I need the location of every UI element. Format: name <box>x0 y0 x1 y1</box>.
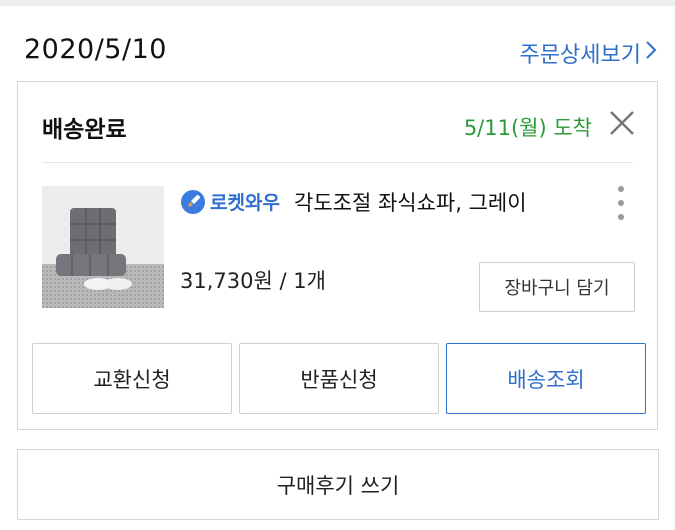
shipment-status: 배송완료 <box>42 117 127 143</box>
divider <box>42 162 633 163</box>
badge-label: 로켓와우 <box>210 192 280 214</box>
product-thumbnail[interactable] <box>42 186 164 308</box>
order-detail-label: 주문상세보기 <box>519 43 641 68</box>
order-card: 배송완료 5/11(월) 도착 로켓와우 각도조절 좌식쇼파, 그레이 31,7… <box>17 81 658 430</box>
return-request-button[interactable]: 반품신청 <box>239 343 439 414</box>
write-review-button[interactable]: 구매후기 쓰기 <box>17 449 659 520</box>
add-to-cart-button[interactable]: 장바구니 담기 <box>479 262 635 312</box>
order-date: 2020/5/10 <box>24 34 167 65</box>
price-quantity: 31,730원 / 1개 <box>180 269 326 293</box>
track-shipment-button[interactable]: 배송조회 <box>446 343 646 414</box>
arrival-date: 5/11(월) 도착 <box>463 116 592 140</box>
chevron-right-icon <box>645 40 657 66</box>
rocket-icon <box>180 189 206 215</box>
top-strip <box>0 0 675 6</box>
order-detail-link[interactable]: 주문상세보기 <box>520 37 657 69</box>
exchange-request-button[interactable]: 교환신청 <box>32 343 232 414</box>
close-icon[interactable] <box>607 108 637 138</box>
rocket-wow-badge: 로켓와우 <box>180 188 280 215</box>
more-options-icon[interactable] <box>613 186 629 220</box>
product-name[interactable]: 각도조절 좌식쇼파, 그레이 <box>294 187 527 217</box>
